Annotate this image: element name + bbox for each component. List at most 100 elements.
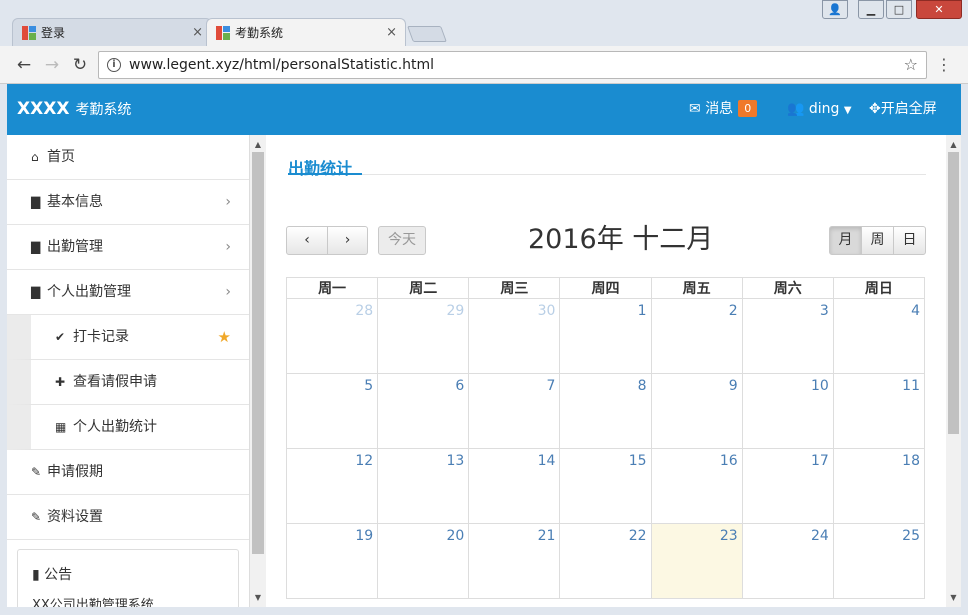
calendar-day-cell[interactable]: 9 [650,373,743,449]
sidebar-item-leave-requests[interactable]: ✚ 查看请假申请 [7,360,249,405]
calendar-day-cell[interactable]: 13 [377,448,470,524]
expand-icon: ✥ [869,101,881,117]
today-button[interactable]: 今天 [378,226,426,255]
user-icon[interactable]: 👤 [822,0,848,19]
scrollbar-thumb[interactable] [252,152,264,554]
file-icon: ▇ [31,195,41,209]
close-window-button[interactable]: ✕ [916,0,962,19]
calendar-day-cell[interactable]: 8 [559,373,652,449]
calendar-week-row: 28 29 30 1 2 3 4 [285,298,926,374]
messages-button[interactable]: ✉ 消息 0 [689,84,758,135]
minimize-button[interactable]: ▁ [858,0,884,19]
tab-login[interactable]: 登录 × [12,18,212,46]
main-scrollbar[interactable]: ▲ ▼ [946,135,961,607]
scroll-down-icon[interactable]: ▼ [946,590,961,605]
grid-icon: ▦ [55,420,67,434]
calendar-day-cell[interactable]: 1 [559,298,652,374]
forward-arrow-icon[interactable]: → [42,55,62,75]
calendar-body: 28 29 30 1 2 3 4 5 6 7 8 9 10 11 12 13 1… [285,298,926,599]
messages-count-badge: 0 [738,100,758,117]
scroll-up-icon[interactable]: ▲ [946,137,961,152]
puzzle-icon: ✚ [55,375,66,389]
reload-icon[interactable]: ↻ [70,55,90,75]
bookmark-star-icon[interactable]: ☆ [904,52,918,78]
sidebar-item-punch-records[interactable]: ✔ 打卡记录 ★ [7,315,249,360]
calendar-day-cell[interactable]: 24 [741,523,834,599]
prev-month-button[interactable]: ‹ [286,226,328,255]
notice-content: XX公司出勤管理系统 [32,598,154,607]
calendar-day-cell[interactable]: 18 [832,448,926,524]
sidebar-item-label: 申请假期 [47,464,103,480]
calendar-day-cell[interactable]: 22 [559,523,652,599]
sidebar-item-label: 出勤管理 [47,239,103,255]
user-menu[interactable]: 👥 ding ▼ [787,84,852,136]
calendar-day-cell[interactable]: 6 [377,373,470,449]
calendar-day-cell[interactable]: 10 [741,373,834,449]
scroll-down-icon[interactable]: ▼ [250,590,266,605]
messages-label: 消息 [705,101,734,117]
brand[interactable]: XXXX 考勤系统 [17,84,131,136]
view-week-button[interactable]: 周 [861,226,894,255]
browser-menu-icon[interactable]: ⋮ [936,56,952,74]
brand-logo-text: XXXX [17,99,70,119]
title-underline [288,173,362,175]
calendar-day-cell[interactable]: 4 [832,298,926,374]
sidebar-item-personal-attendance[interactable]: ▇ 个人出勤管理 › [7,270,249,315]
sidebar-scrollbar[interactable]: ▲ ▼ [250,135,266,607]
sidebar-item-label: 打卡记录 [73,329,129,345]
notice-heading: ▮ 公告 [32,560,224,590]
fullscreen-button[interactable]: ✥开启全屏 [869,84,937,135]
next-month-button[interactable]: › [327,226,368,255]
sidebar-item-label: 个人出勤管理 [47,284,131,300]
calendar-day-cell[interactable]: 2 [650,298,743,374]
view-month-button[interactable]: 月 [829,226,862,255]
file-icon: ▇ [31,285,41,299]
weekday-header: 周二 [377,277,470,299]
back-arrow-icon[interactable]: ← [14,55,34,75]
calendar-day-cell[interactable]: 7 [468,373,561,449]
sidebar-item-apply-leave[interactable]: ✎ 申请假期 [7,450,249,495]
calendar-day-cell[interactable]: 3 [741,298,834,374]
favicon-icon [22,26,36,40]
envelope-icon: ✉ [689,101,701,117]
sidebar-item-profile-settings[interactable]: ✎ 资料设置 [7,495,249,540]
close-tab-icon[interactable]: × [386,19,397,47]
calendar-day-cell[interactable]: 29 [377,298,470,374]
weekday-header: 周四 [559,277,652,299]
address-bar[interactable]: i www.legent.xyz/html/personalStatistic.… [98,51,927,79]
calendar-title: 2016年 十二月 [528,224,714,255]
view-day-button[interactable]: 日 [893,226,926,255]
calendar-day-cell[interactable]: 12 [285,448,379,524]
browser-tabstrip: 登录 × 考勤系统 × 👤 ▁ □ ✕ [0,0,968,46]
maximize-button[interactable]: □ [886,0,912,19]
tab-attendance[interactable]: 考勤系统 × [206,18,406,46]
scroll-up-icon[interactable]: ▲ [250,137,266,152]
sidebar-item-personal-stats[interactable]: ▦ 个人出勤统计 [7,405,249,450]
calendar-day-cell[interactable]: 25 [832,523,926,599]
new-tab-button[interactable] [407,26,447,42]
calendar-day-cell[interactable]: 17 [741,448,834,524]
calendar-day-cell[interactable]: 15 [559,448,652,524]
calendar-day-cell[interactable]: 14 [468,448,561,524]
sidebar-item-basic-info[interactable]: ▇ 基本信息 › [7,180,249,225]
calendar-day-cell[interactable]: 28 [285,298,379,374]
calendar-day-cell[interactable]: 5 [285,373,379,449]
address-bar-row: ← → ↻ i www.legent.xyz/html/personalStat… [0,46,968,84]
bookmark-icon: ▮ [32,567,40,583]
scrollbar-thumb[interactable] [948,152,959,434]
edit-icon: ✎ [31,510,42,524]
calendar-today-cell[interactable]: 23 [650,523,743,599]
calendar-day-cell[interactable]: 21 [468,523,561,599]
info-icon[interactable]: i [107,58,121,72]
calendar-day-cell[interactable]: 16 [650,448,743,524]
close-tab-icon[interactable]: × [192,19,203,47]
calendar-day-cell[interactable]: 20 [377,523,470,599]
url-text[interactable]: www.legent.xyz/html/personalStatistic.ht… [129,52,434,78]
sidebar-item-home[interactable]: ⌂ 首页 [7,135,249,180]
calendar-day-cell[interactable]: 11 [832,373,926,449]
notice-title: 公告 [44,567,73,583]
calendar-day-cell[interactable]: 19 [285,523,379,599]
calendar-day-cell[interactable]: 30 [468,298,561,374]
title-divider [288,174,926,175]
sidebar-item-attendance-mgmt[interactable]: ▇ 出勤管理 › [7,225,249,270]
